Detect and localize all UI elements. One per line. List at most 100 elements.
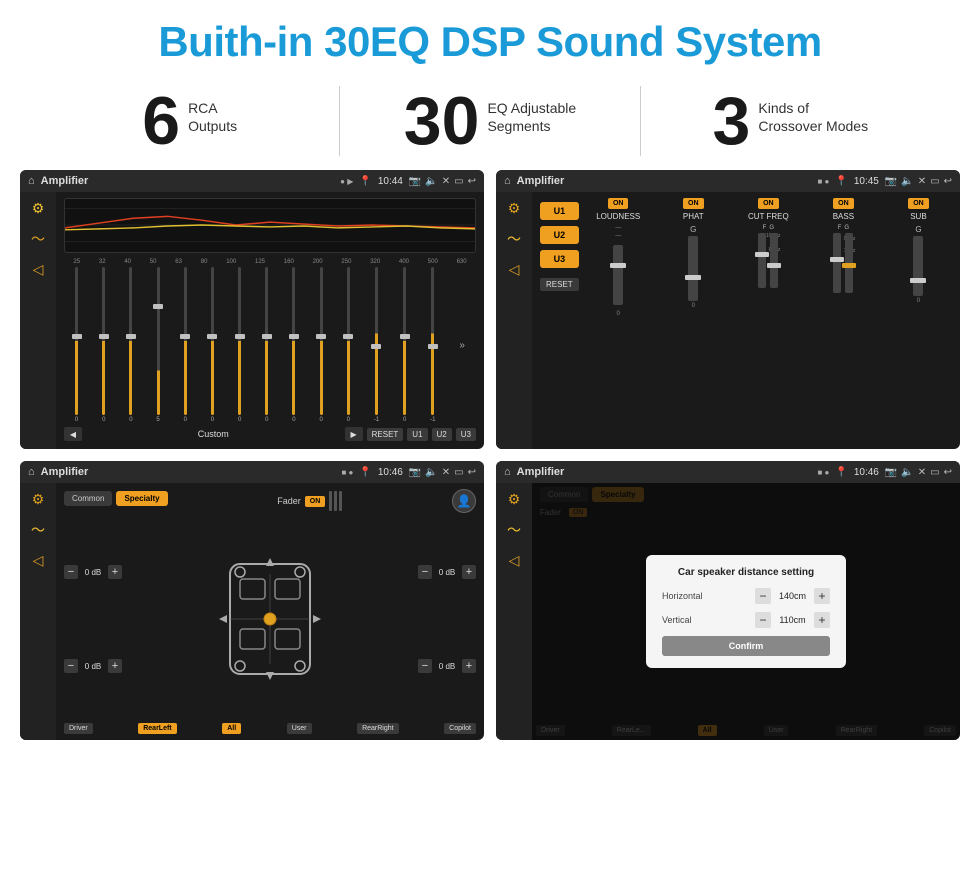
minimize-icon-3[interactable]: ▭ [454, 467, 463, 478]
db-control-topright: − 0 dB + [418, 565, 476, 579]
screen-eq-topbar: ⌂ Amplifier ● ▶ 📍 10:44 📷 🔈 ✕ ▭ ↩ [20, 170, 484, 192]
speaker-icon-2[interactable]: ◁ [509, 261, 520, 278]
vertical-plus[interactable]: + [814, 612, 830, 628]
btn-user[interactable]: User [287, 723, 312, 734]
preset-u2[interactable]: U2 [540, 226, 579, 244]
more-icon[interactable]: » [459, 340, 465, 351]
eq-icon[interactable]: ⚙ [32, 200, 45, 217]
eq-slider-5: 0 [211, 267, 214, 423]
db-value-topright: 0 dB [435, 568, 459, 577]
channel-sub: ON SUB G 0 [885, 198, 952, 443]
prev-btn[interactable]: ◀ [64, 427, 82, 441]
fader-toggle[interactable]: ON [305, 496, 326, 507]
btn-copilot[interactable]: Copilot [444, 723, 476, 734]
minus-topleft[interactable]: − [64, 565, 78, 579]
stat-crossover-number: 3 [713, 87, 751, 155]
label-sub: SUB [910, 212, 926, 221]
fader-main: Common Specialty Fader ON 👤 [56, 483, 484, 740]
home-icon-2[interactable]: ⌂ [504, 175, 511, 187]
u3-btn[interactable]: U3 [456, 428, 476, 441]
stat-rca-number: 6 [142, 87, 180, 155]
location-icon: 📍 [359, 176, 371, 187]
profile-icon[interactable]: 👤 [452, 489, 476, 513]
label-cutfreq: CUT FREQ [748, 212, 789, 221]
eq-slider-7: 0 [265, 267, 268, 423]
minimize-icon-2[interactable]: ▭ [930, 176, 939, 187]
minimize-icon-4[interactable]: ▭ [930, 467, 939, 478]
back-icon-4[interactable]: ↩ [944, 467, 952, 478]
wave-icon-3[interactable]: 〜 [31, 520, 45, 540]
screen-eq-sidebar: ⚙ 〜 ◁ [20, 192, 56, 449]
u1-btn[interactable]: U1 [407, 428, 427, 441]
close-icon-4[interactable]: ✕ [918, 467, 926, 478]
eq-icon-3[interactable]: ⚙ [32, 491, 45, 508]
eq-slider-0: 0 [75, 267, 78, 423]
reset-btn[interactable]: RESET [367, 428, 404, 441]
confirm-button[interactable]: Confirm [662, 636, 830, 656]
tab-specialty[interactable]: Specialty [116, 491, 167, 506]
preset-u1[interactable]: U1 [540, 202, 579, 220]
home-icon-4[interactable]: ⌂ [504, 466, 511, 478]
minus-topright[interactable]: − [418, 565, 432, 579]
eq-graph [64, 198, 476, 253]
db-control-bottomright: − 0 dB + [418, 659, 476, 673]
eq-slider-13: -1 [430, 267, 435, 423]
wave-icon[interactable]: 〜 [31, 229, 45, 249]
close-icon-2[interactable]: ✕ [918, 176, 926, 187]
btn-all[interactable]: All [222, 723, 241, 734]
label-loudness: LOUDNESS [596, 212, 640, 221]
back-icon-2[interactable]: ↩ [944, 176, 952, 187]
home-icon-3[interactable]: ⌂ [28, 466, 35, 478]
eq-icon-2[interactable]: ⚙ [508, 200, 521, 217]
horizontal-value: 140cm [775, 591, 810, 601]
volume-icon: 🔈 [425, 176, 437, 187]
eq-icon-4[interactable]: ⚙ [508, 491, 521, 508]
dialog-horizontal-row: Horizontal − 140cm + [662, 588, 830, 604]
wave-icon-2[interactable]: 〜 [507, 229, 521, 249]
channel-phat: ON PHAT G 0 [660, 198, 727, 443]
left-db-controls: − 0 dB + − 0 dB + [64, 517, 122, 721]
btn-driver[interactable]: Driver [64, 723, 93, 734]
u2-btn[interactable]: U2 [432, 428, 452, 441]
toggle-phat[interactable]: ON [683, 198, 704, 209]
btn-rearright[interactable]: RearRight [357, 723, 399, 734]
next-btn[interactable]: ▶ [345, 427, 363, 441]
screen-crossover-time: 10:45 [854, 176, 879, 187]
btn-rearleft[interactable]: RearLeft [138, 723, 176, 734]
back-icon-3[interactable]: ↩ [468, 467, 476, 478]
speaker-icon-3[interactable]: ◁ [33, 552, 44, 569]
eq-slider-12: 0 [403, 267, 406, 423]
toggle-bass[interactable]: ON [833, 198, 854, 209]
vertical-minus[interactable]: − [755, 612, 771, 628]
horizontal-plus[interactable]: + [814, 588, 830, 604]
wave-icon-4[interactable]: 〜 [507, 520, 521, 540]
tab-common[interactable]: Common [64, 491, 112, 506]
minimize-icon[interactable]: ▭ [454, 176, 463, 187]
toggle-loudness[interactable]: ON [608, 198, 629, 209]
toggle-sub[interactable]: ON [908, 198, 929, 209]
distance-dialog: Car speaker distance setting Horizontal … [646, 555, 846, 668]
plus-topleft[interactable]: + [108, 565, 122, 579]
screen-distance-title: Amplifier [517, 466, 565, 478]
volume-icon-2: 🔈 [901, 176, 913, 187]
xover-reset[interactable]: RESET [540, 278, 579, 291]
minus-bottomright[interactable]: − [418, 659, 432, 673]
stat-rca-text: RCA Outputs [188, 87, 237, 135]
back-icon[interactable]: ↩ [468, 176, 476, 187]
plus-bottomleft[interactable]: + [108, 659, 122, 673]
plus-topright[interactable]: + [462, 565, 476, 579]
speaker-icon-4[interactable]: ◁ [509, 552, 520, 569]
horizontal-minus[interactable]: − [755, 588, 771, 604]
speaker-icon[interactable]: ◁ [33, 261, 44, 278]
stat-divider-1 [339, 86, 340, 156]
plus-bottomright[interactable]: + [462, 659, 476, 673]
close-icon[interactable]: ✕ [442, 176, 450, 187]
screen-distance-time: 10:46 [854, 467, 879, 478]
home-icon[interactable]: ⌂ [28, 175, 35, 187]
minus-bottomleft[interactable]: − [64, 659, 78, 673]
eq-bottom-bar: ◀ Custom ▶ RESET U1 U2 U3 [64, 423, 476, 443]
stat-eq-text: EQ Adjustable Segments [487, 87, 576, 135]
toggle-cutfreq[interactable]: ON [758, 198, 779, 209]
preset-u3[interactable]: U3 [540, 250, 579, 268]
close-icon-3[interactable]: ✕ [442, 467, 450, 478]
